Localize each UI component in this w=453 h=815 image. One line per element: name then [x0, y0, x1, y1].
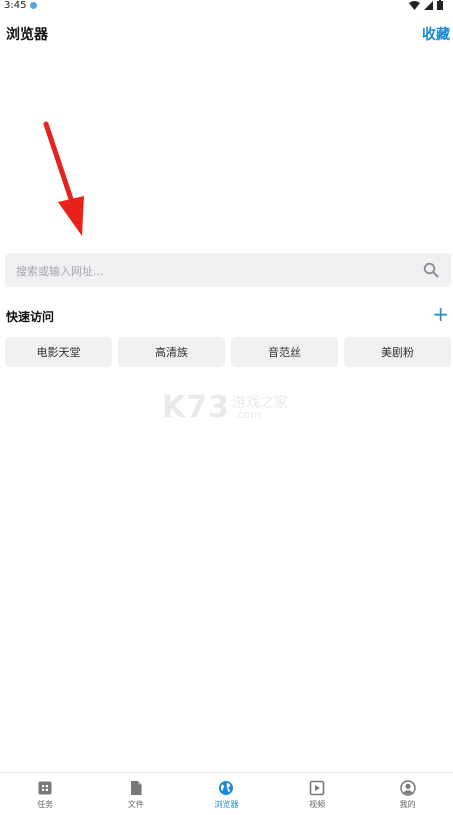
battery-icon: [437, 0, 443, 10]
search-icon[interactable]: [423, 262, 439, 278]
status-indicators: [409, 0, 443, 10]
status-time: 3:45: [4, 0, 27, 11]
nav-item-video[interactable]: 视频: [272, 773, 363, 815]
page-title: 浏览器: [6, 27, 48, 43]
nav-item-tasks[interactable]: 任务: [0, 773, 91, 815]
nav-item-browser[interactable]: 浏览器: [181, 773, 272, 815]
file-icon: [130, 781, 142, 795]
quick-access-item[interactable]: 音范丝: [231, 337, 338, 367]
nav-label: 浏览器: [214, 800, 239, 809]
nav-label: 任务: [37, 800, 54, 809]
status-bar: 3:45: [0, 0, 453, 14]
signal-icon: [424, 0, 433, 10]
quick-access-item[interactable]: 高清族: [118, 337, 225, 367]
quick-access-grid: 电影天堂 高清族 音范丝 美剧粉: [5, 337, 451, 367]
nav-label: 视频: [309, 800, 326, 809]
search-input[interactable]: 搜索或输入网址...: [16, 263, 104, 279]
favorites-button[interactable]: 收藏: [422, 24, 450, 44]
nav-item-profile[interactable]: 我的: [362, 773, 453, 815]
quick-access-item[interactable]: 电影天堂: [5, 337, 112, 367]
watermark-domain: .com: [234, 408, 261, 421]
app-header: 浏览器 收藏: [0, 18, 453, 48]
quick-access-title: 快速访问: [6, 310, 55, 324]
wifi-icon: [409, 0, 420, 10]
site-watermark: K73 游戏之家 .com: [162, 390, 288, 425]
quick-access-item[interactable]: 美剧粉: [344, 337, 451, 367]
search-bar[interactable]: 搜索或输入网址...: [5, 253, 451, 287]
bottom-navigation: 任务 文件 浏览器 视频 我的: [0, 772, 453, 815]
nav-label: 文件: [127, 800, 144, 809]
red-arrow-annotation: [43, 121, 84, 236]
profile-icon: [399, 780, 416, 796]
nav-item-files[interactable]: 文件: [91, 773, 182, 815]
add-quick-access-button[interactable]: +: [432, 304, 449, 324]
nav-label: 我的: [399, 800, 416, 809]
notification-icon: [30, 2, 37, 9]
globe-icon: [219, 781, 234, 795]
task-icon: [38, 781, 52, 795]
watermark-logo: K73: [162, 390, 230, 425]
video-icon: [309, 780, 325, 796]
